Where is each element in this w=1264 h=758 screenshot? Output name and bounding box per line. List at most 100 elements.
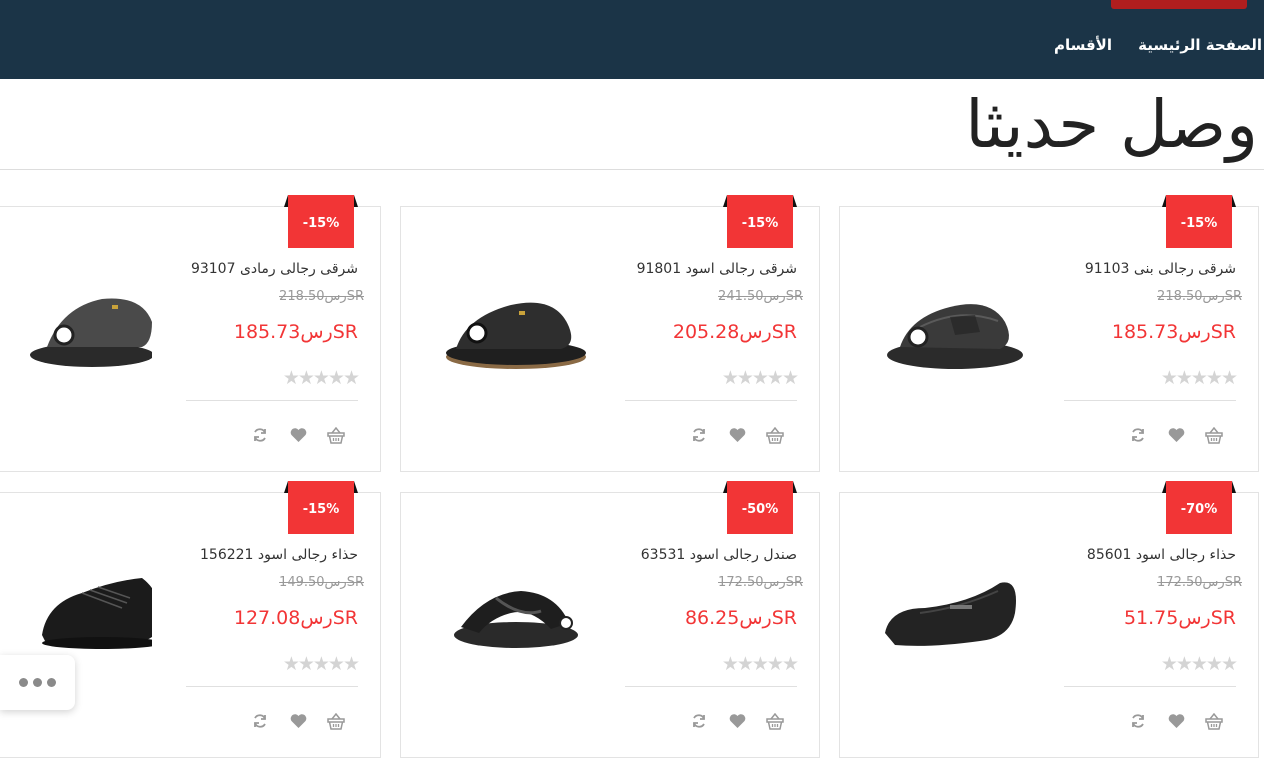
- refresh-icon: [693, 428, 705, 442]
- add-to-cart-button[interactable]: [1204, 711, 1224, 731]
- heart-icon: [729, 428, 745, 442]
- compare-button[interactable]: [689, 711, 709, 731]
- more-dot-icon: [19, 678, 28, 687]
- product-price: رس51.75SR: [1123, 607, 1236, 629]
- card-actions: [689, 711, 785, 731]
- cart-icon: [1205, 712, 1223, 730]
- compare-button[interactable]: [1128, 711, 1148, 731]
- product-price: رس185.73SR: [233, 321, 358, 343]
- wishlist-button[interactable]: [1166, 425, 1186, 445]
- compare-button[interactable]: [250, 711, 270, 731]
- card-actions: [250, 425, 346, 445]
- rating-stars: ★★★★★: [282, 367, 360, 389]
- product-old-price: رس172.50SR: [718, 575, 803, 590]
- product-old-price: رس149.50SR: [279, 575, 364, 590]
- card-actions: [1128, 711, 1224, 731]
- cart-icon: [766, 426, 784, 444]
- product-card[interactable]: -15% شرقى رجالى اسود 91801 رس241.50SR رس…: [400, 195, 820, 472]
- product-card[interactable]: -15% شرقى رجالى بنى 91103 رس218.50SR رس1…: [839, 195, 1259, 472]
- site-header: الصفحة الرئيسية الأقسام: [0, 0, 1264, 79]
- product-card[interactable]: -15% شرقى رجالى رمادى 93107 رس218.50SR ر…: [0, 195, 381, 472]
- card-divider: [186, 400, 358, 401]
- cart-icon: [1205, 426, 1223, 444]
- product-card[interactable]: -15% حذاء رجالى اسود 156221 رس149.50SR ر…: [0, 481, 381, 758]
- cart-icon: [327, 712, 345, 730]
- card-divider: [186, 686, 358, 687]
- product-image[interactable]: [2, 563, 152, 663]
- heart-icon: [1168, 714, 1184, 728]
- refresh-icon: [254, 428, 266, 442]
- product-card[interactable]: -70% حذاء رجالى اسود 85601 رس172.50SR رس…: [839, 481, 1259, 758]
- wishlist-button[interactable]: [288, 711, 308, 731]
- product-name[interactable]: حذاء رجالى اسود 156221: [200, 547, 358, 563]
- product-old-price: رس241.50SR: [718, 289, 803, 304]
- product-card[interactable]: -50% صندل رجالى اسود 63531 رس172.50SR رس…: [400, 481, 820, 758]
- add-to-cart-button[interactable]: [765, 425, 785, 445]
- product-name[interactable]: حذاء رجالى اسود 85601: [1087, 547, 1236, 563]
- product-price: رس127.08SR: [233, 607, 358, 629]
- rating-stars: ★★★★★: [721, 653, 799, 675]
- card-divider: [625, 400, 797, 401]
- wishlist-button[interactable]: [1166, 711, 1186, 731]
- nav-categories[interactable]: الأقسام: [1054, 36, 1112, 58]
- product-name[interactable]: شرقى رجالى رمادى 93107: [191, 261, 358, 277]
- compare-button[interactable]: [689, 425, 709, 445]
- add-to-cart-button[interactable]: [1204, 425, 1224, 445]
- product-price: رس205.28SR: [672, 321, 797, 343]
- site-logo[interactable]: [1111, 0, 1247, 9]
- product-image[interactable]: [441, 563, 591, 663]
- wishlist-button[interactable]: [727, 711, 747, 731]
- rating-stars: ★★★★★: [1160, 367, 1238, 389]
- add-to-cart-button[interactable]: [326, 425, 346, 445]
- product-old-price: رس218.50SR: [279, 289, 364, 304]
- title-divider: [0, 169, 1264, 170]
- more-dot-icon: [33, 678, 42, 687]
- product-name[interactable]: شرقى رجالى اسود 91801: [637, 261, 797, 277]
- discount-badge: -15%: [723, 195, 797, 248]
- discount-badge: -15%: [284, 195, 358, 248]
- discount-badge: -15%: [284, 481, 358, 534]
- more-dot-icon: [47, 678, 56, 687]
- heart-icon: [1168, 428, 1184, 442]
- nav-home[interactable]: الصفحة الرئيسية: [1138, 36, 1262, 58]
- page-title: وصل حديثا: [965, 86, 1259, 163]
- product-image[interactable]: [2, 277, 152, 377]
- rating-stars: ★★★★★: [721, 367, 799, 389]
- product-image[interactable]: [880, 277, 1030, 377]
- compare-button[interactable]: [1128, 425, 1148, 445]
- wishlist-button[interactable]: [288, 425, 308, 445]
- rating-stars: ★★★★★: [1160, 653, 1238, 675]
- card-divider: [1064, 400, 1236, 401]
- product-price: رس86.25SR: [684, 607, 797, 629]
- product-old-price: رس172.50SR: [1157, 575, 1242, 590]
- card-actions: [250, 711, 346, 731]
- discount-badge: -50%: [723, 481, 797, 534]
- compare-button[interactable]: [250, 425, 270, 445]
- product-name[interactable]: شرقى رجالى بنى 91103: [1085, 261, 1236, 277]
- heart-icon: [729, 714, 745, 728]
- discount-badge: -70%: [1162, 481, 1236, 534]
- card-actions: [689, 425, 785, 445]
- add-to-cart-button[interactable]: [765, 711, 785, 731]
- cart-icon: [327, 426, 345, 444]
- refresh-icon: [693, 714, 705, 728]
- rating-stars: ★★★★★: [282, 653, 360, 675]
- card-divider: [625, 686, 797, 687]
- add-to-cart-button[interactable]: [326, 711, 346, 731]
- card-divider: [1064, 686, 1236, 687]
- heart-icon: [290, 714, 306, 728]
- product-name[interactable]: صندل رجالى اسود 63531: [641, 547, 797, 563]
- heart-icon: [290, 428, 306, 442]
- product-image[interactable]: [441, 277, 591, 377]
- refresh-icon: [1132, 428, 1144, 442]
- cart-icon: [766, 712, 784, 730]
- refresh-icon: [254, 714, 266, 728]
- product-old-price: رس218.50SR: [1157, 289, 1242, 304]
- wishlist-button[interactable]: [727, 425, 747, 445]
- product-price: رس185.73SR: [1111, 321, 1236, 343]
- card-actions: [1128, 425, 1224, 445]
- refresh-icon: [1132, 714, 1144, 728]
- discount-badge: -15%: [1162, 195, 1236, 248]
- chat-widget-button[interactable]: [0, 655, 75, 710]
- product-image[interactable]: [880, 563, 1030, 663]
